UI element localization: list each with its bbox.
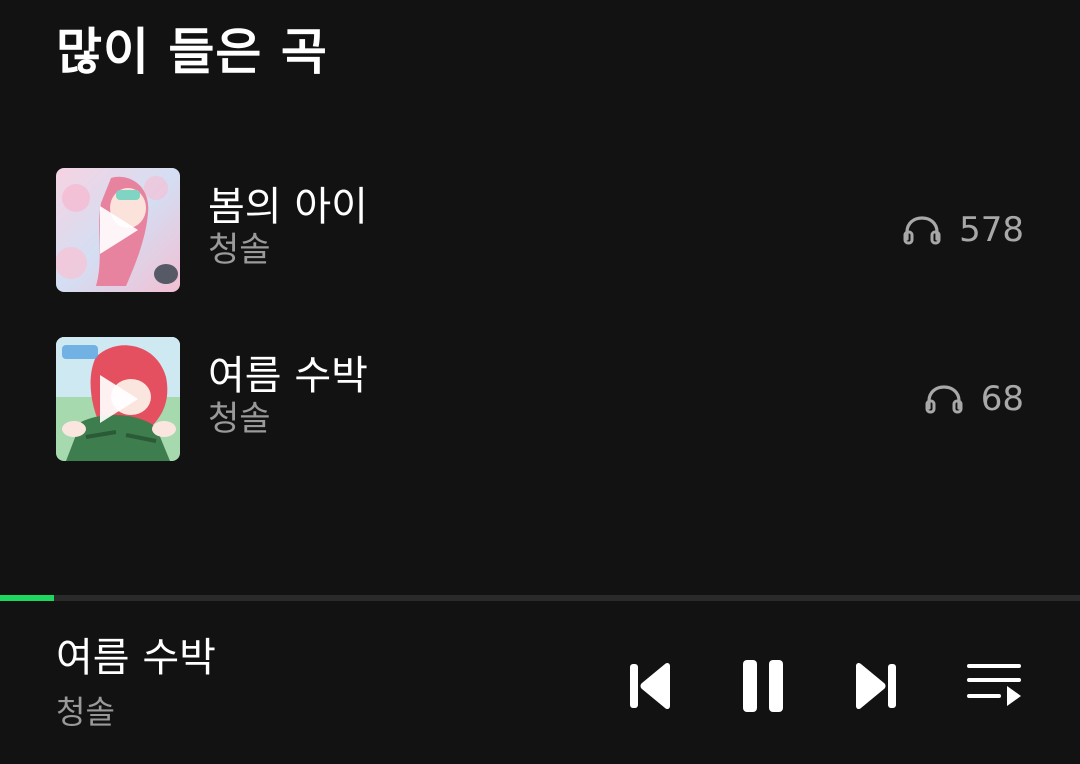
play-count: 578 [903,208,1024,252]
now-playing-artist: 청솔 [56,693,115,731]
previous-icon [630,662,670,710]
progress-bar[interactable] [0,595,1080,601]
progress-fill [0,595,54,601]
play-count-value: 68 [980,379,1024,419]
pause-button[interactable] [733,656,793,716]
track-artist: 청솔 [208,230,271,270]
track-title: 봄의 아이 [208,184,368,230]
play-icon[interactable] [100,206,138,254]
album-art[interactable] [56,168,180,292]
section-title: 많이 들은 곡 [56,23,328,81]
now-playing-title[interactable]: 여름 수박 [56,632,216,684]
next-button[interactable] [846,656,906,716]
headphones-icon [903,216,941,245]
queue-icon [967,664,1021,706]
play-count: 68 [925,377,1024,421]
play-count-value: 578 [959,210,1024,250]
album-art[interactable] [56,337,180,461]
play-icon[interactable] [100,375,138,423]
track-row[interactable]: 여름 수박 청솔 68 [0,337,1080,461]
queue-button[interactable] [964,656,1024,716]
track-artist: 청솔 [208,399,271,439]
next-icon [856,662,896,710]
headphones-icon [925,385,963,414]
previous-button[interactable] [620,656,680,716]
pause-icon [743,660,783,712]
track-row[interactable]: 봄의 아이 청솔 578 [0,168,1080,292]
track-title: 여름 수박 [208,353,368,399]
